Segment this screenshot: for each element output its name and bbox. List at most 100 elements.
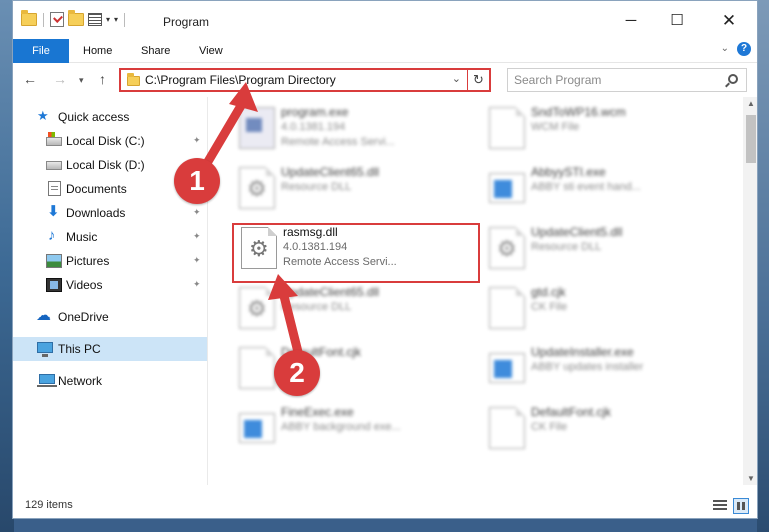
new-folder-icon[interactable] — [68, 10, 84, 26]
file-item[interactable]: DefaultFont.cjk CK File — [483, 403, 723, 459]
address-dropdown-icon[interactable]: ⌄ — [452, 72, 461, 85]
refresh-button[interactable]: ↻ — [467, 70, 489, 90]
star-icon: ★ — [37, 108, 49, 123]
sidebar-item-music[interactable]: ♪ Music ✦ — [13, 225, 207, 249]
dll-icon — [239, 287, 275, 329]
file-item[interactable]: SndToWP16.wcm WCM File — [483, 103, 723, 159]
maximize-button[interactable]: ☐ — [657, 9, 697, 33]
file-item[interactable]: UpdateClient5.dll Resource DLL — [483, 223, 723, 279]
dll-icon — [489, 227, 525, 269]
disk-icon — [46, 132, 62, 146]
qat-dropdown-icon[interactable]: ▾ — [106, 15, 110, 24]
help-icon[interactable]: ? — [737, 42, 751, 56]
tab-share[interactable]: Share — [135, 41, 176, 63]
quick-access-toolbar: ▾ ▾ — [21, 10, 127, 27]
file-icon — [489, 407, 525, 449]
file-item-rasmsg-dll[interactable]: rasmsg.dll 4.0.1381.194 Remote Access Se… — [235, 223, 475, 279]
scroll-thumb[interactable] — [746, 115, 756, 163]
sidebar-item-onedrive[interactable]: ☁ OneDrive — [13, 305, 207, 329]
music-icon: ♪ — [48, 227, 56, 244]
tab-view[interactable]: View — [193, 41, 229, 63]
forward-button[interactable]: → — [53, 71, 67, 87]
recent-locations-icon[interactable]: ▾ — [79, 75, 84, 86]
file-version: 4.0.1381.194 — [283, 241, 348, 253]
dll-icon — [241, 227, 277, 269]
close-button[interactable]: ✕ — [709, 9, 749, 33]
pin-icon[interactable]: ✦ — [193, 207, 201, 218]
navigation-pane: ★ Quick access Local Disk (C:) ✦ Local D… — [13, 97, 207, 485]
minimize-button[interactable]: ─ — [611, 9, 651, 33]
exe-icon — [489, 173, 525, 203]
file-name: DefaultFont.cjk — [531, 405, 612, 419]
file-type: CK File — [531, 301, 568, 313]
callout-number-2: 2 — [274, 350, 320, 396]
file-item[interactable]: gtd.cjk CK File — [483, 283, 723, 339]
file-item[interactable]: AbbyySTI.exe ABBY sti event hand... — [483, 163, 723, 219]
sidebar-item-network[interactable]: Network — [13, 369, 207, 393]
desktop-right-edge — [757, 0, 769, 532]
pin-icon[interactable]: ✦ — [193, 135, 201, 146]
sidebar-item-downloads[interactable]: ⬇ Downloads ✦ — [13, 201, 207, 225]
file-type: Resource DLL — [281, 181, 352, 193]
details-view-icon[interactable] — [713, 500, 727, 512]
scroll-down-icon[interactable]: ▼ — [743, 474, 757, 483]
tiles-view-icon[interactable] — [733, 498, 749, 514]
address-bar[interactable]: C:\Program Files\Program Directory ⌄ ↻ — [119, 68, 491, 92]
qat-customize-icon[interactable]: ▾ — [114, 15, 118, 24]
ribbon-expand-icon[interactable]: ⌄ — [721, 43, 729, 54]
address-path[interactable]: C:\Program Files\Program Directory — [145, 73, 336, 87]
sidebar-item-label: Downloads — [66, 206, 126, 220]
file-description: ABBY background exe... — [281, 421, 401, 433]
pin-icon[interactable]: ✦ — [193, 279, 201, 290]
file-name: SndToWP16.wcm — [531, 105, 626, 119]
back-button[interactable]: ← — [23, 71, 37, 87]
file-item[interactable]: UpdateInstaller.exe ABBY updates install… — [483, 343, 723, 399]
pane-divider[interactable] — [207, 97, 208, 485]
address-folder-icon — [127, 73, 140, 86]
file-description: ABBY sti event hand... — [531, 181, 641, 193]
downloads-icon: ⬇ — [47, 203, 60, 220]
properties-icon[interactable] — [88, 13, 102, 26]
scroll-up-icon[interactable]: ▲ — [743, 99, 757, 108]
file-name: rasmsg.dll — [283, 225, 338, 239]
properties-check-icon[interactable] — [50, 12, 64, 27]
search-box[interactable]: Search Program — [507, 68, 747, 92]
file-version: 4.0.1381.194 — [281, 121, 346, 133]
sidebar-item-this-pc[interactable]: This PC — [13, 337, 207, 361]
sidebar-item-label: Local Disk (C:) — [66, 134, 145, 148]
navigation-bar: ← → ▾ ↑ C:\Program Files\Program Directo… — [13, 63, 757, 97]
file-icon — [489, 107, 525, 149]
title-bar: ▾ ▾ Program ─ ☐ ✕ — [13, 1, 757, 37]
cloud-icon: ☁ — [36, 307, 51, 324]
tab-home[interactable]: Home — [77, 41, 118, 63]
videos-icon — [46, 278, 62, 292]
file-name: UpdateClient5.dll — [531, 225, 623, 239]
up-button[interactable]: ↑ — [99, 71, 106, 87]
window-title: Program — [163, 15, 210, 29]
search-icon[interactable] — [728, 74, 738, 84]
sidebar-item-quick-access[interactable]: ★ Quick access — [13, 105, 207, 129]
file-item[interactable]: FineExec.exe ABBY background exe... — [233, 403, 473, 459]
pin-icon[interactable]: ✦ — [193, 255, 201, 266]
sidebar-item-pictures[interactable]: Pictures ✦ — [13, 249, 207, 273]
disk-icon — [46, 161, 62, 170]
file-item[interactable]: UpdateClient65.dll Resource DLL — [233, 283, 473, 339]
vertical-scrollbar[interactable]: ▲ ▼ — [743, 97, 757, 485]
sidebar-item-label: Music — [66, 230, 98, 244]
file-item[interactable]: UpdateClient65.dll Resource DLL — [233, 163, 473, 219]
exe-icon — [489, 353, 525, 383]
sidebar-item-label: Pictures — [66, 254, 110, 268]
file-name: AbbyySTI.exe — [531, 165, 606, 179]
file-icon — [489, 287, 525, 329]
pin-icon[interactable]: ✦ — [193, 231, 201, 242]
file-type: Resource DLL — [281, 301, 352, 313]
file-description: Remote Access Servi... — [283, 256, 397, 268]
status-bar: 129 items — [13, 495, 757, 518]
pictures-icon — [46, 254, 62, 268]
sidebar-item-videos[interactable]: Videos ✦ — [13, 273, 207, 297]
file-item[interactable]: DefaultFont.cjk — [233, 343, 473, 399]
file-item[interactable]: program.exe 4.0.1381.194 Remote Access S… — [233, 103, 473, 159]
sidebar-item-local-disk-c[interactable]: Local Disk (C:) ✦ — [13, 129, 207, 153]
tab-file[interactable]: File — [13, 39, 69, 63]
file-list: program.exe 4.0.1381.194 Remote Access S… — [209, 97, 743, 485]
